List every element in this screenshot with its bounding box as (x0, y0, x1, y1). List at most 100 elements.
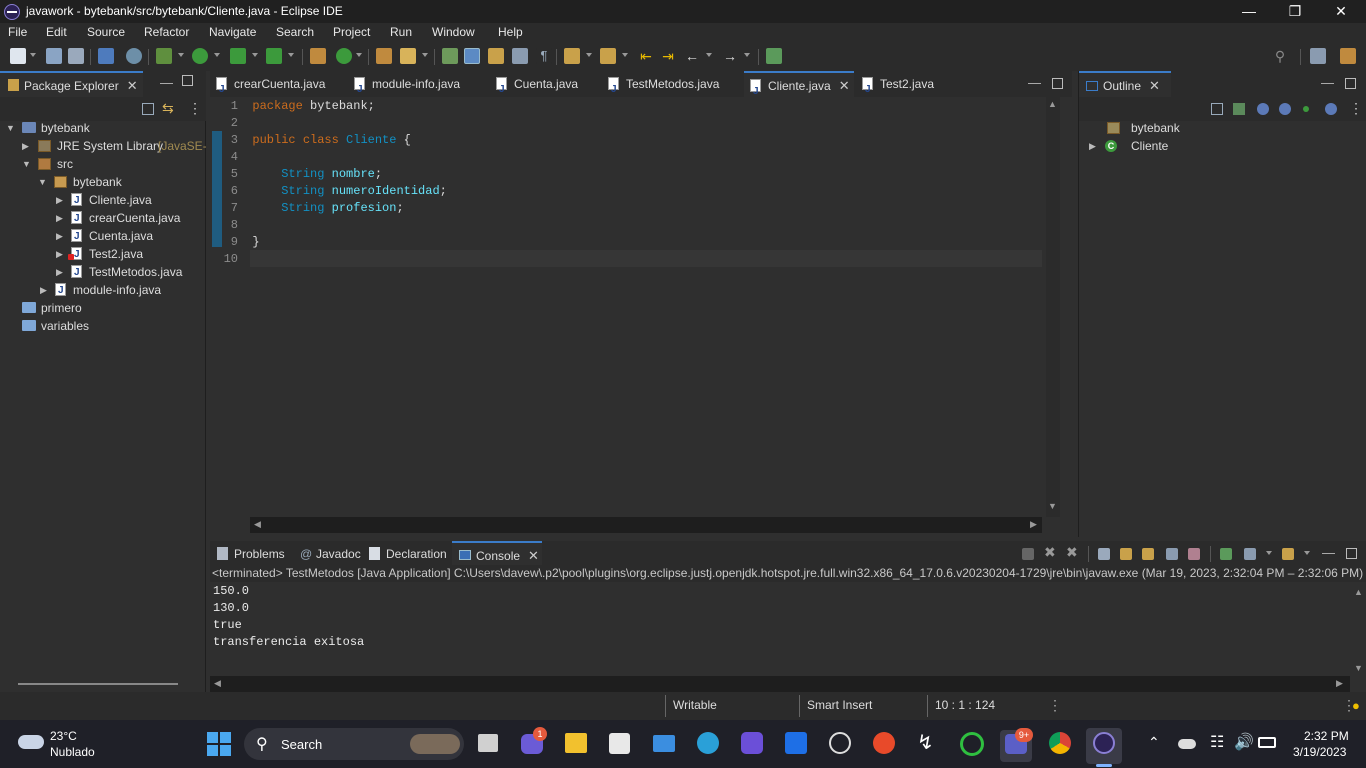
sync-app-icon[interactable] (960, 732, 984, 756)
previous-annotation-icon[interactable] (600, 48, 616, 64)
scroll-down-icon[interactable]: ▼ (1354, 663, 1363, 673)
windows-start-icon[interactable] (207, 732, 231, 756)
minimize-button[interactable]: — (1226, 0, 1272, 23)
forward-dropdown-icon[interactable] (744, 53, 750, 57)
skip-breakpoints-icon[interactable] (126, 48, 142, 64)
brave-browser-icon[interactable] (873, 732, 895, 754)
coverage-dropdown-icon[interactable] (252, 53, 258, 57)
back-icon[interactable]: ← (684, 48, 700, 64)
chevron-right-icon[interactable]: ▶ (56, 263, 63, 281)
cloud-weather-icon[interactable] (18, 735, 44, 749)
chevron-up-icon[interactable]: ⌃ (1148, 734, 1160, 751)
tree-item-testmetodos[interactable]: ▶ TestMetodos.java (0, 263, 206, 282)
media-player-icon[interactable] (829, 732, 851, 754)
mail-icon[interactable] (653, 735, 675, 752)
hide-local-types-icon[interactable] (1325, 103, 1337, 115)
edge-browser-icon[interactable] (697, 732, 719, 754)
code-line[interactable]: 4 (220, 149, 252, 166)
vertical-scrollbar[interactable]: ▲ ▼ (1046, 97, 1060, 517)
minimize-view-icon[interactable]: — (1028, 75, 1041, 90)
last-edit-location-icon[interactable]: ⇤ (638, 48, 654, 64)
code-line[interactable]: 10 (220, 251, 252, 268)
display-console-icon[interactable] (1244, 548, 1256, 560)
menu-edit[interactable]: Edit (46, 25, 67, 39)
horizontal-scrollbar[interactable]: ◀ ▶ (250, 517, 1042, 533)
forward-edit-icon[interactable]: ⇥ (660, 48, 676, 64)
remove-launch-icon[interactable]: ✖ (1044, 544, 1056, 561)
tree-item-src[interactable]: ▼ src (0, 155, 206, 173)
chevron-right-icon[interactable]: ▶ (40, 281, 47, 299)
menu-file[interactable]: File (8, 25, 27, 39)
tree-item-module-info[interactable]: ▶ module-info.java (0, 281, 206, 300)
weather-temp[interactable]: 23°C (50, 729, 77, 743)
close-icon[interactable]: ✕ (127, 73, 138, 99)
chevron-right-icon[interactable]: ▶ (1089, 137, 1096, 155)
tab-declaration[interactable]: Declaration (362, 541, 450, 567)
maximize-view-icon[interactable] (1346, 548, 1357, 559)
scroll-up-icon[interactable]: ▲ (1048, 99, 1057, 109)
menu-refactor[interactable]: Refactor (144, 25, 189, 39)
open-perspective-icon[interactable] (1310, 48, 1326, 64)
code-line[interactable]: 2 (220, 115, 252, 132)
scroll-down-icon[interactable]: ▼ (1048, 501, 1057, 511)
hide-static-icon[interactable] (1279, 103, 1291, 115)
close-icon[interactable]: ✕ (1149, 73, 1160, 99)
tab-outline[interactable]: Outline ✕ (1079, 71, 1171, 97)
restore-button[interactable]: ❐ (1272, 0, 1318, 23)
maximize-view-icon[interactable] (1345, 78, 1356, 89)
tab-module-info[interactable]: module-info.java (348, 71, 482, 103)
tab-cuenta[interactable]: Cuenta.java (490, 71, 600, 103)
back-dropdown-icon[interactable] (706, 53, 712, 57)
tab-console[interactable]: Console ✕ (452, 541, 542, 567)
status-position[interactable]: 10 : 1 : 124 (935, 698, 995, 712)
tab-problems[interactable]: Problems (210, 541, 292, 567)
code-line[interactable]: 9 } (220, 234, 260, 251)
tip-lightbulb-icon[interactable]: ● (1352, 698, 1360, 713)
search-tool-icon[interactable] (400, 48, 416, 64)
toggle-word-wrap-icon[interactable] (512, 48, 528, 64)
display-console-dropdown-icon[interactable] (1266, 551, 1272, 555)
battery-icon[interactable] (1258, 737, 1276, 748)
volume-icon[interactable]: 🔊 (1234, 732, 1254, 752)
next-annotation-dropdown-icon[interactable] (586, 53, 592, 57)
new-dropdown-icon[interactable] (30, 53, 36, 57)
minimize-view-icon[interactable]: — (160, 75, 173, 90)
chevron-right-icon[interactable]: ▶ (56, 191, 63, 209)
hide-fields-icon[interactable] (1257, 103, 1269, 115)
tab-testmetodos[interactable]: TestMetodos.java (602, 71, 742, 103)
microsoft-store-icon[interactable] (609, 733, 630, 754)
menu-navigate[interactable]: Navigate (209, 25, 256, 39)
code-line[interactable]: 5 String nombre; (220, 166, 382, 183)
collapse-all-icon[interactable] (1211, 103, 1223, 115)
tree-item-primero[interactable]: primero (0, 299, 206, 317)
file-explorer-icon[interactable] (565, 733, 587, 753)
terminal-icon[interactable] (98, 48, 114, 64)
tab-cliente[interactable]: Cliente.java ✕ (744, 71, 854, 105)
collapse-all-icon[interactable] (142, 103, 154, 115)
tab-package-explorer[interactable]: Package Explorer ✕ (0, 71, 143, 97)
close-icon[interactable]: ✕ (839, 73, 850, 99)
console-vertical-scrollbar[interactable]: ▲ ▼ (1352, 585, 1366, 675)
forward-icon[interactable]: → (722, 48, 738, 64)
pin-editor-icon[interactable] (766, 48, 782, 64)
chevron-down-icon[interactable]: ▼ (38, 173, 47, 191)
chrome-icon[interactable] (1049, 732, 1071, 754)
taskbar-search-box[interactable]: ⚲ Search (244, 728, 464, 760)
toggle-block-selection-icon[interactable] (488, 48, 504, 64)
tree-item-variables[interactable]: variables (0, 317, 206, 335)
previous-annotation-dropdown-icon[interactable] (622, 53, 628, 57)
maximize-view-icon[interactable] (182, 75, 193, 86)
clear-console-icon[interactable] (1098, 548, 1110, 560)
chevron-down-icon[interactable]: ▼ (6, 119, 15, 137)
remove-all-terminated-icon[interactable]: ✖ (1066, 544, 1078, 561)
menu-project[interactable]: Project (333, 25, 370, 39)
open-console-dropdown-icon[interactable] (1304, 551, 1310, 555)
scroll-lock-icon[interactable] (1120, 548, 1132, 560)
chevron-right-icon[interactable]: ▶ (22, 137, 29, 155)
menu-search[interactable]: Search (276, 25, 314, 39)
scroll-up-icon[interactable]: ▲ (1354, 587, 1363, 597)
pin-console-icon[interactable] (1220, 548, 1232, 560)
view-menu-icon[interactable]: ⋮ (188, 100, 202, 117)
clipchamp-icon[interactable] (741, 732, 763, 754)
tree-item-jre[interactable]: ▶ JRE System Library [JavaSE-1 (0, 137, 206, 155)
